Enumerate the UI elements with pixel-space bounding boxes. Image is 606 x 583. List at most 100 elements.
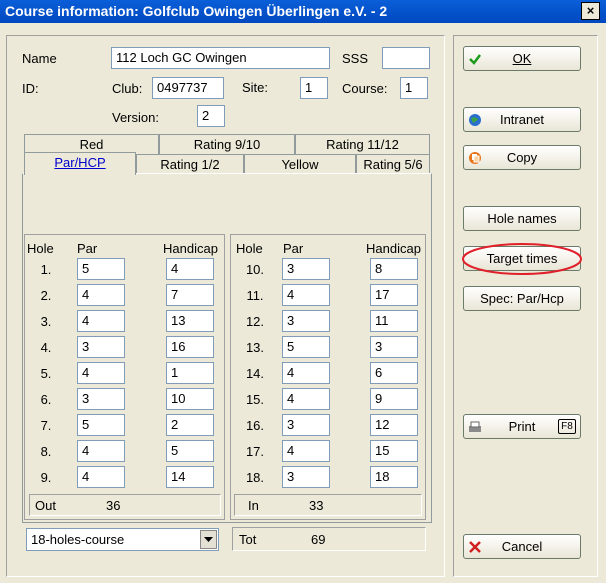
handicap-input[interactable]: 2 — [166, 414, 214, 436]
printer-icon — [469, 421, 481, 432]
hole-number: 15. — [245, 392, 265, 407]
tab-rating-1-2[interactable]: Rating 1/2 — [136, 154, 244, 174]
par-input[interactable]: 3 — [282, 414, 330, 436]
out-label: Out — [35, 498, 56, 513]
tab-red[interactable]: Red — [24, 134, 159, 154]
sss-label: SSS — [342, 51, 369, 66]
hole-number: 18. — [245, 470, 265, 485]
hole-names-button[interactable]: Hole names — [463, 206, 581, 231]
par-input[interactable]: 4 — [282, 388, 330, 410]
tab-rating-9-10[interactable]: Rating 9/10 — [159, 134, 295, 154]
par-input[interactable]: 3 — [282, 310, 330, 332]
intranet-label: Intranet — [499, 112, 545, 127]
site-input[interactable]: 1 — [300, 77, 328, 99]
ok-button[interactable]: OK — [463, 46, 581, 71]
handicap-input[interactable]: 17 — [370, 284, 418, 306]
hole-number: 11. — [246, 288, 264, 303]
par-input[interactable]: 3 — [282, 466, 330, 488]
print-label: Print — [508, 419, 536, 434]
copy-label: Copy — [506, 150, 538, 165]
handicap-input[interactable]: 1 — [166, 362, 214, 384]
course-label: Course: — [342, 81, 388, 96]
handicap-input[interactable]: 8 — [370, 258, 418, 280]
hole-number: 5. — [40, 366, 52, 381]
hole-number: 9. — [40, 470, 52, 485]
hole-number: 7. — [40, 418, 52, 433]
par-input[interactable]: 4 — [282, 284, 330, 306]
in-total-box: In 33 — [234, 494, 422, 516]
par-input[interactable]: 4 — [77, 440, 125, 462]
copy-button[interactable]: Copy — [463, 145, 581, 170]
par-input[interactable]: 4 — [77, 466, 125, 488]
handicap-input[interactable]: 18 — [370, 466, 418, 488]
name-input[interactable]: 112 Loch GC Owingen — [111, 47, 330, 69]
handicap-input[interactable]: 9 — [370, 388, 418, 410]
spec-par-hcp-label: Spec: Par/Hcp — [480, 291, 564, 306]
front-col-par: Par — [77, 241, 98, 256]
tab-yellow[interactable]: Yellow — [244, 154, 356, 174]
back-col-hole: Hole — [236, 241, 263, 256]
intranet-button[interactable]: Intranet — [463, 107, 581, 132]
handicap-input[interactable]: 3 — [370, 336, 418, 358]
handicap-input[interactable]: 11 — [370, 310, 418, 332]
par-input[interactable]: 4 — [77, 284, 125, 306]
hole-number: 14. — [245, 366, 265, 381]
handicap-input[interactable]: 14 — [166, 466, 214, 488]
course-input[interactable]: 1 — [400, 77, 428, 99]
hole-number: 13. — [245, 340, 265, 355]
hole-number: 1. — [40, 262, 52, 277]
hole-number: 4. — [40, 340, 52, 355]
tab-rating-5-6[interactable]: Rating 5/6 — [356, 154, 430, 174]
print-shortcut-key: F8 — [558, 419, 576, 434]
par-input[interactable]: 4 — [77, 310, 125, 332]
hole-number: 17. — [245, 444, 265, 459]
par-input[interactable]: 5 — [77, 258, 125, 280]
dropdown-button[interactable] — [200, 530, 217, 549]
par-input[interactable]: 5 — [282, 336, 330, 358]
handicap-input[interactable]: 6 — [370, 362, 418, 384]
handicap-input[interactable]: 7 — [166, 284, 214, 306]
par-input[interactable]: 3 — [77, 336, 125, 358]
front-col-hole: Hole — [27, 241, 54, 256]
par-input[interactable]: 4 — [282, 440, 330, 462]
copy-icon — [469, 152, 481, 164]
par-input[interactable]: 3 — [282, 258, 330, 280]
par-input[interactable]: 4 — [282, 362, 330, 384]
handicap-input[interactable]: 12 — [370, 414, 418, 436]
handicap-input[interactable]: 16 — [166, 336, 214, 358]
par-input[interactable]: 4 — [77, 362, 125, 384]
window-title: Course information: Golfclub Owingen Übe… — [5, 3, 388, 19]
handicap-input[interactable]: 15 — [370, 440, 418, 462]
par-input[interactable]: 5 — [77, 414, 125, 436]
handicap-input[interactable]: 10 — [166, 388, 214, 410]
club-input[interactable]: 0497737 — [152, 77, 224, 99]
name-label: Name — [22, 51, 57, 66]
tot-value: 69 — [311, 532, 326, 547]
cancel-label: Cancel — [501, 539, 543, 554]
hole-number: 12. — [245, 314, 265, 329]
handicap-input[interactable]: 4 — [166, 258, 214, 280]
id-label: ID: — [22, 81, 39, 96]
sss-input[interactable] — [382, 47, 430, 69]
hole-number: 6. — [40, 392, 52, 407]
course-type-select[interactable]: 18-holes-course — [26, 528, 219, 551]
hole-number: 8. — [40, 444, 52, 459]
title-bar: Course information: Golfclub Owingen Übe… — [0, 0, 606, 23]
version-input[interactable]: 2 — [197, 105, 225, 127]
handicap-input[interactable]: 13 — [166, 310, 214, 332]
handicap-input[interactable]: 5 — [166, 440, 214, 462]
close-button[interactable]: × — [581, 2, 600, 20]
club-label: Club: — [112, 81, 143, 96]
cancel-button[interactable]: Cancel — [463, 534, 581, 559]
hole-number: 10. — [245, 262, 265, 277]
course-type-value: 18-holes-course — [31, 532, 125, 547]
spec-par-hcp-button[interactable]: Spec: Par/Hcp — [463, 286, 581, 311]
print-button[interactable]: Print F8 — [463, 414, 581, 439]
par-input[interactable]: 3 — [77, 388, 125, 410]
out-total-box: Out 36 — [29, 494, 221, 516]
tab-par-hcp[interactable]: Par/HCP — [24, 152, 136, 175]
hole-names-label: Hole names — [487, 211, 557, 226]
tab-rating-11-12[interactable]: Rating 11/12 — [295, 134, 430, 154]
site-label: Site: — [242, 80, 269, 95]
course-information-window: Course information: Golfclub Owingen Übe… — [0, 0, 606, 583]
